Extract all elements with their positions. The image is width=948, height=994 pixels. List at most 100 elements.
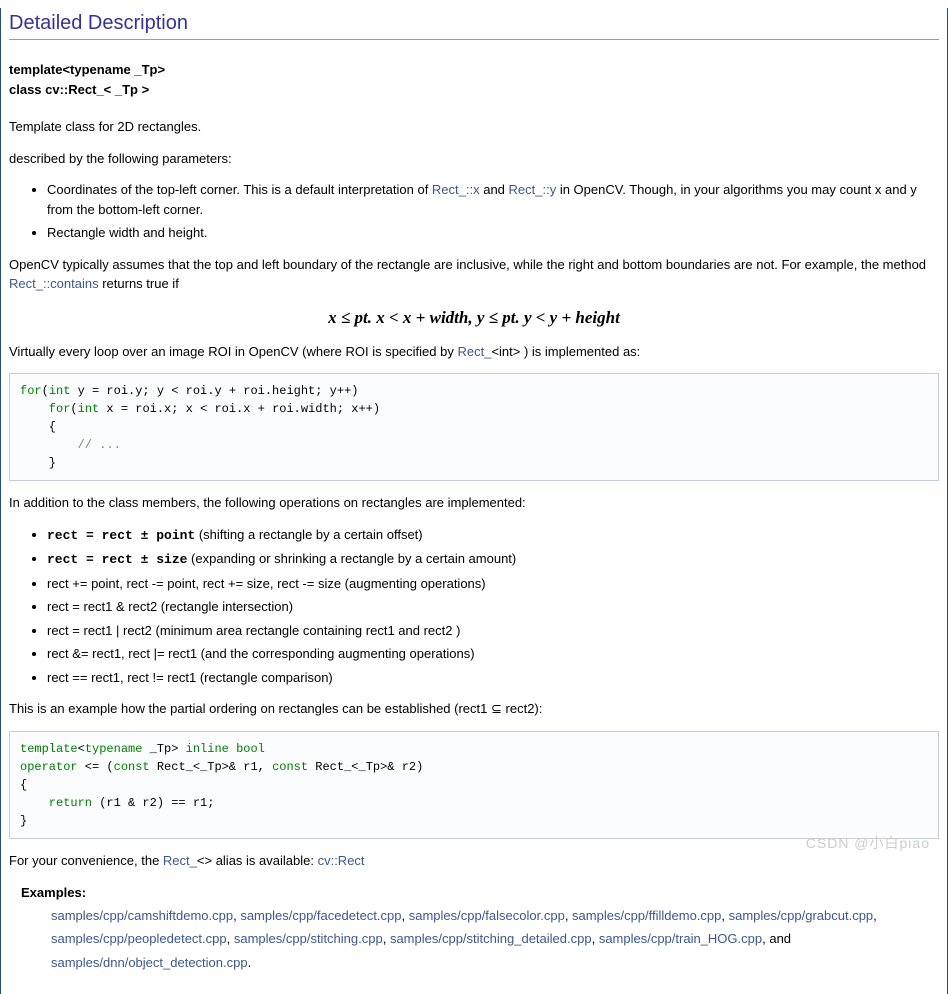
kw: return [20, 796, 92, 810]
t: { [20, 420, 56, 434]
kw: int [49, 384, 71, 398]
t: ( [42, 384, 49, 398]
kw: for [20, 384, 42, 398]
text: rect = rect1 | rect2 (minimum area recta… [47, 623, 460, 638]
text: (expanding or shrinking a rectangle by a… [187, 551, 516, 566]
rect-contains-link[interactable]: Rect_::contains [9, 276, 99, 291]
text: ) is implemented as: [520, 344, 640, 359]
t: Rect_<_Tp>& r1, [150, 760, 272, 774]
math-formula: x ≤ pt. x < x + width, y ≤ pt. y < y + h… [9, 308, 939, 328]
t: y = roi.y; y < roi.y + roi.height; y++) [70, 384, 358, 398]
example-link[interactable]: samples/cpp/stitching_detailed.cpp [390, 931, 592, 946]
t: _Tp> [142, 742, 185, 756]
text: and [480, 182, 509, 197]
para-ops: In addition to the class members, the fo… [9, 493, 939, 513]
separator: , [873, 908, 877, 923]
list-item: rect == rect1, rect != rect1 (rectangle … [47, 668, 939, 688]
para-loop: Virtually every loop over an image ROI i… [9, 342, 939, 362]
t: ( [70, 402, 77, 416]
separator: , [565, 908, 572, 923]
intro-2: described by the following parameters: [9, 149, 939, 169]
example-link[interactable]: samples/cpp/peopledetect.cpp [51, 931, 227, 946]
cv-rect-link[interactable]: cv::Rect [318, 853, 365, 868]
template-line: template<typename _Tp> [9, 60, 939, 80]
t: } [20, 814, 27, 828]
para-inclusive: OpenCV typically assumes that the top an… [9, 255, 939, 294]
class-header: template<typename _Tp> class cv::Rect_< … [9, 60, 939, 99]
example-link[interactable]: samples/cpp/facedetect.cpp [240, 908, 401, 923]
doc-container: Detailed Description template<typename _… [0, 8, 948, 994]
kw: const [272, 760, 308, 774]
rect-y-link[interactable]: Rect_::y [509, 182, 557, 197]
text: Rectangle width and height. [47, 225, 207, 240]
text: <> [197, 853, 212, 868]
separator: , [592, 931, 599, 946]
para-partial: This is an example how the partial order… [9, 699, 939, 719]
separator: , and [762, 931, 791, 946]
text: rect == rect1, rect != rect1 (rectangle … [47, 670, 333, 685]
text: For your convenience, the [9, 853, 163, 868]
t: (r1 & r2) == r1; [92, 796, 214, 810]
list-item: rect = rect1 & rect2 (rectangle intersec… [47, 597, 939, 617]
t: { [20, 778, 27, 792]
list-item: rect &= rect1, rect |= rect1 (and the co… [47, 644, 939, 664]
separator: , [233, 908, 240, 923]
section-title: Detailed Description [9, 8, 939, 40]
example-link[interactable]: samples/cpp/falsecolor.cpp [409, 908, 565, 923]
cm: // ... [20, 438, 121, 452]
separator: . [248, 955, 252, 970]
list-item: rect += point, rect -= point, rect += si… [47, 574, 939, 594]
bold: rect = rect ± size [47, 552, 187, 567]
text: This is an example how the partial order… [9, 701, 491, 716]
t [229, 742, 236, 756]
kw: inline [186, 742, 229, 756]
text: returns true if [99, 276, 179, 291]
text: rect = rect1 & rect2 (rectangle intersec… [47, 599, 293, 614]
rect-x-link[interactable]: Rect_::x [432, 182, 480, 197]
examples-list: samples/cpp/camshiftdemo.cpp, samples/cp… [51, 904, 939, 974]
text: Virtually every loop over an image ROI i… [9, 344, 457, 359]
kw: for [20, 402, 70, 416]
t: } [20, 456, 56, 470]
separator: , [401, 908, 408, 923]
separator: , [721, 908, 728, 923]
example-link[interactable]: samples/cpp/stitching.cpp [234, 931, 383, 946]
rect-template-link[interactable]: Rect_ [457, 344, 491, 359]
t: < [78, 742, 85, 756]
text: rect &= rect1, rect |= rect1 (and the co… [47, 646, 475, 661]
examples-title: Examples: [21, 885, 939, 900]
kw: const [114, 760, 150, 774]
separator: , [383, 931, 390, 946]
text: OpenCV typically assumes that the top an… [9, 257, 926, 272]
kw: bool [236, 742, 265, 756]
intro-1: Template class for 2D rectangles. [9, 117, 939, 137]
ops-list: rect = rect ± point (shifting a rectangl… [29, 525, 939, 688]
examples-block: Examples: samples/cpp/camshiftdemo.cpp, … [21, 885, 939, 974]
bold: rect = rect ± point [47, 528, 195, 543]
text: rect += point, rect -= point, rect += si… [47, 576, 486, 591]
list-item: rect = rect1 | rect2 (minimum area recta… [47, 621, 939, 641]
text: alias is available: [212, 853, 318, 868]
example-link[interactable]: samples/cpp/ffilldemo.cpp [572, 908, 721, 923]
t: x = roi.x; x < roi.x + roi.width; x++) [99, 402, 380, 416]
list-item: rect = rect ± size (expanding or shrinki… [47, 549, 939, 570]
example-link[interactable]: samples/dnn/object_detection.cpp [51, 955, 248, 970]
params-list: Coordinates of the top-left corner. This… [29, 180, 939, 243]
list-item: Rectangle width and height. [47, 223, 939, 243]
rect-alias-link[interactable]: Rect_ [163, 853, 197, 868]
example-link[interactable]: samples/cpp/grabcut.cpp [729, 908, 874, 923]
list-item: rect = rect ± point (shifting a rectangl… [47, 525, 939, 546]
text: rect2): [502, 701, 542, 716]
list-item: Coordinates of the top-left corner. This… [47, 180, 939, 219]
kw: int [78, 402, 100, 416]
kw: template [20, 742, 78, 756]
text: Coordinates of the top-left corner. This… [47, 182, 432, 197]
example-link[interactable]: samples/cpp/train_HOG.cpp [599, 931, 762, 946]
t: Rect_<_Tp>& r2) [308, 760, 423, 774]
example-link[interactable]: samples/cpp/camshiftdemo.cpp [51, 908, 233, 923]
t: <= ( [78, 760, 114, 774]
subset-symbol: ⊆ [491, 701, 502, 716]
text: <int> [491, 344, 520, 359]
kw: typename [85, 742, 143, 756]
code-operator: template<typename _Tp> inline bool opera… [9, 731, 939, 839]
